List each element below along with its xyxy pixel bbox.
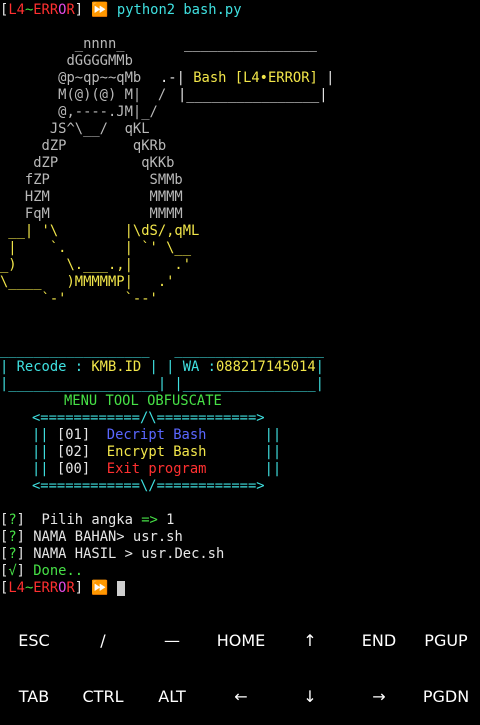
ascii-line: M(@)(@) M| / xyxy=(0,87,167,103)
prompt-user-r: R xyxy=(66,580,75,596)
prompt-user-err: ERR xyxy=(33,580,59,596)
pilih-line: [?] Pilih angka => 1 xyxy=(0,512,175,528)
key-esc[interactable]: ESC xyxy=(0,613,68,669)
extra-keys-bar: ESC / — HOME ↑ END PGUP TAB CTRL ALT ← ↓… xyxy=(0,613,480,725)
menu-item-label: Decript Bash xyxy=(106,427,207,443)
ascii-line: @p~qp~~qMb xyxy=(0,70,167,86)
banner-left-edge: .-| xyxy=(160,70,194,86)
menu-border-bottom: <============\/============> xyxy=(32,478,265,494)
key-ctrl[interactable]: CTRL xyxy=(69,669,137,725)
menu-item-number: 00 xyxy=(65,461,82,477)
pilih-label: Pilih angka xyxy=(24,512,142,528)
menu-border-top: <============/\============> xyxy=(32,410,265,426)
key-tab[interactable]: TAB xyxy=(0,669,68,725)
info-bottom: |__________________| |________________| xyxy=(0,376,324,392)
prompt-tilde: ~ xyxy=(24,2,34,18)
info-middle: | Recode : KMB.ID | | WA :088217145014| xyxy=(0,359,324,376)
menu-item-number: 02 xyxy=(65,444,82,460)
menu-item[interactable]: || [02] Encrypt Bash || xyxy=(32,444,281,461)
key-alt[interactable]: ALT xyxy=(138,669,206,725)
key-home[interactable]: HOME xyxy=(207,613,275,669)
question-mark: ? xyxy=(8,529,17,545)
prompt-tilde: ~ xyxy=(24,580,34,596)
ascii-line: _) \.___.,| .' xyxy=(0,257,192,273)
menu-item[interactable]: || [00] Exit program || xyxy=(32,461,281,478)
hasil-label: NAMA HASIL > xyxy=(24,546,142,562)
pilih-value: 1 xyxy=(157,512,175,528)
bahan-value: usr.sh xyxy=(132,529,183,545)
ascii-line: _nnnn_ xyxy=(0,36,125,52)
ascii-line: \____ )MMMMMP| .' xyxy=(0,274,175,290)
prompt-user-l4: L4 xyxy=(8,2,25,18)
terminal-output: [L4~ERROR] ⏩ python2 bash.py _nnnn_ dGGG… xyxy=(0,0,480,600)
ascii-line: JS^\__/ qKL xyxy=(0,121,150,137)
command-text: python2 bash.py xyxy=(116,2,242,18)
key-up[interactable]: ↑ xyxy=(276,613,344,669)
hasil-value: usr.Dec.sh xyxy=(141,546,225,562)
info-separator: | | WA : xyxy=(141,359,216,375)
done-text: Done.. xyxy=(24,563,84,579)
ascii-line: dZP qKRb xyxy=(0,138,167,154)
info-end: | xyxy=(315,359,324,375)
key-slash[interactable]: / xyxy=(69,613,137,669)
menu-item-number: 01 xyxy=(65,427,82,443)
key-pgdn[interactable]: PGDN xyxy=(412,669,480,725)
banner-right-edge: | xyxy=(317,70,335,86)
command-line: [L4~ERROR] ⏩ python2 bash.py xyxy=(0,2,242,19)
ascii-line: dZP qKKb xyxy=(0,155,175,171)
hasil-line: [?] NAMA HASIL > usr.Dec.sh xyxy=(0,546,225,562)
prompt-bracket-right: ] xyxy=(74,2,84,18)
wa-value: 088217145014 xyxy=(215,359,316,375)
bahan-label: NAMA BAHAN> xyxy=(24,529,133,545)
ascii-line: | `. | `' \__ xyxy=(0,240,192,256)
prompt-user-r: R xyxy=(66,2,75,18)
ascii-line: `-' `--' xyxy=(0,291,158,307)
text-cursor[interactable] xyxy=(116,580,125,596)
banner-bottom: |________________| xyxy=(178,87,328,103)
ascii-line: dGGGGMMb xyxy=(0,53,175,69)
ascii-line: fZP SMMb xyxy=(0,172,183,188)
key-dash[interactable]: — xyxy=(138,613,206,669)
ascii-line: __| '\ |\dS/,qML xyxy=(0,223,200,239)
banner-top: ________________ xyxy=(184,36,317,52)
menu-item-label: Encrypt Bash xyxy=(106,444,207,460)
menu-item[interactable]: || [01] Decript Bash || xyxy=(32,427,281,444)
pilih-arrow: => xyxy=(141,512,158,528)
key-left[interactable]: ← xyxy=(207,669,275,725)
recode-label: | Recode : xyxy=(0,359,92,375)
prompt-arrow-icon: ⏩ xyxy=(83,2,109,18)
recode-value: KMB.ID xyxy=(91,359,142,375)
ascii-line: @,----.JM|_/ xyxy=(0,104,158,120)
key-down[interactable]: ↓ xyxy=(276,669,344,725)
menu-item-label: Exit program xyxy=(106,461,207,477)
banner-middle: .-| Bash [L4•ERROR] | xyxy=(160,70,334,87)
info-top: __________________ __________________ xyxy=(0,342,324,358)
banner-text: Bash [L4•ERROR] xyxy=(193,70,318,86)
check-mark-icon: √ xyxy=(8,563,17,579)
key-end[interactable]: END xyxy=(345,613,413,669)
done-line: [√] Done.. xyxy=(0,563,84,579)
prompt-line[interactable]: [L4~ERROR] ⏩ xyxy=(0,580,125,597)
prompt-user-l4: L4 xyxy=(8,580,25,596)
question-mark: ? xyxy=(8,546,17,562)
menu-title: MENU TOOL OBFUSCATE xyxy=(64,393,222,409)
ascii-line: HZM MMMM xyxy=(0,189,183,205)
key-pgup[interactable]: PGUP xyxy=(412,613,480,669)
ascii-line: FqM MMMM xyxy=(0,206,183,222)
prompt-bracket-right: ] xyxy=(74,580,84,596)
key-right[interactable]: → xyxy=(345,669,413,725)
bahan-line: [?] NAMA BAHAN> usr.sh xyxy=(0,529,183,545)
prompt-arrow-icon: ⏩ xyxy=(83,580,109,596)
question-mark: ? xyxy=(8,512,17,528)
prompt-user-err: ERR xyxy=(33,2,59,18)
